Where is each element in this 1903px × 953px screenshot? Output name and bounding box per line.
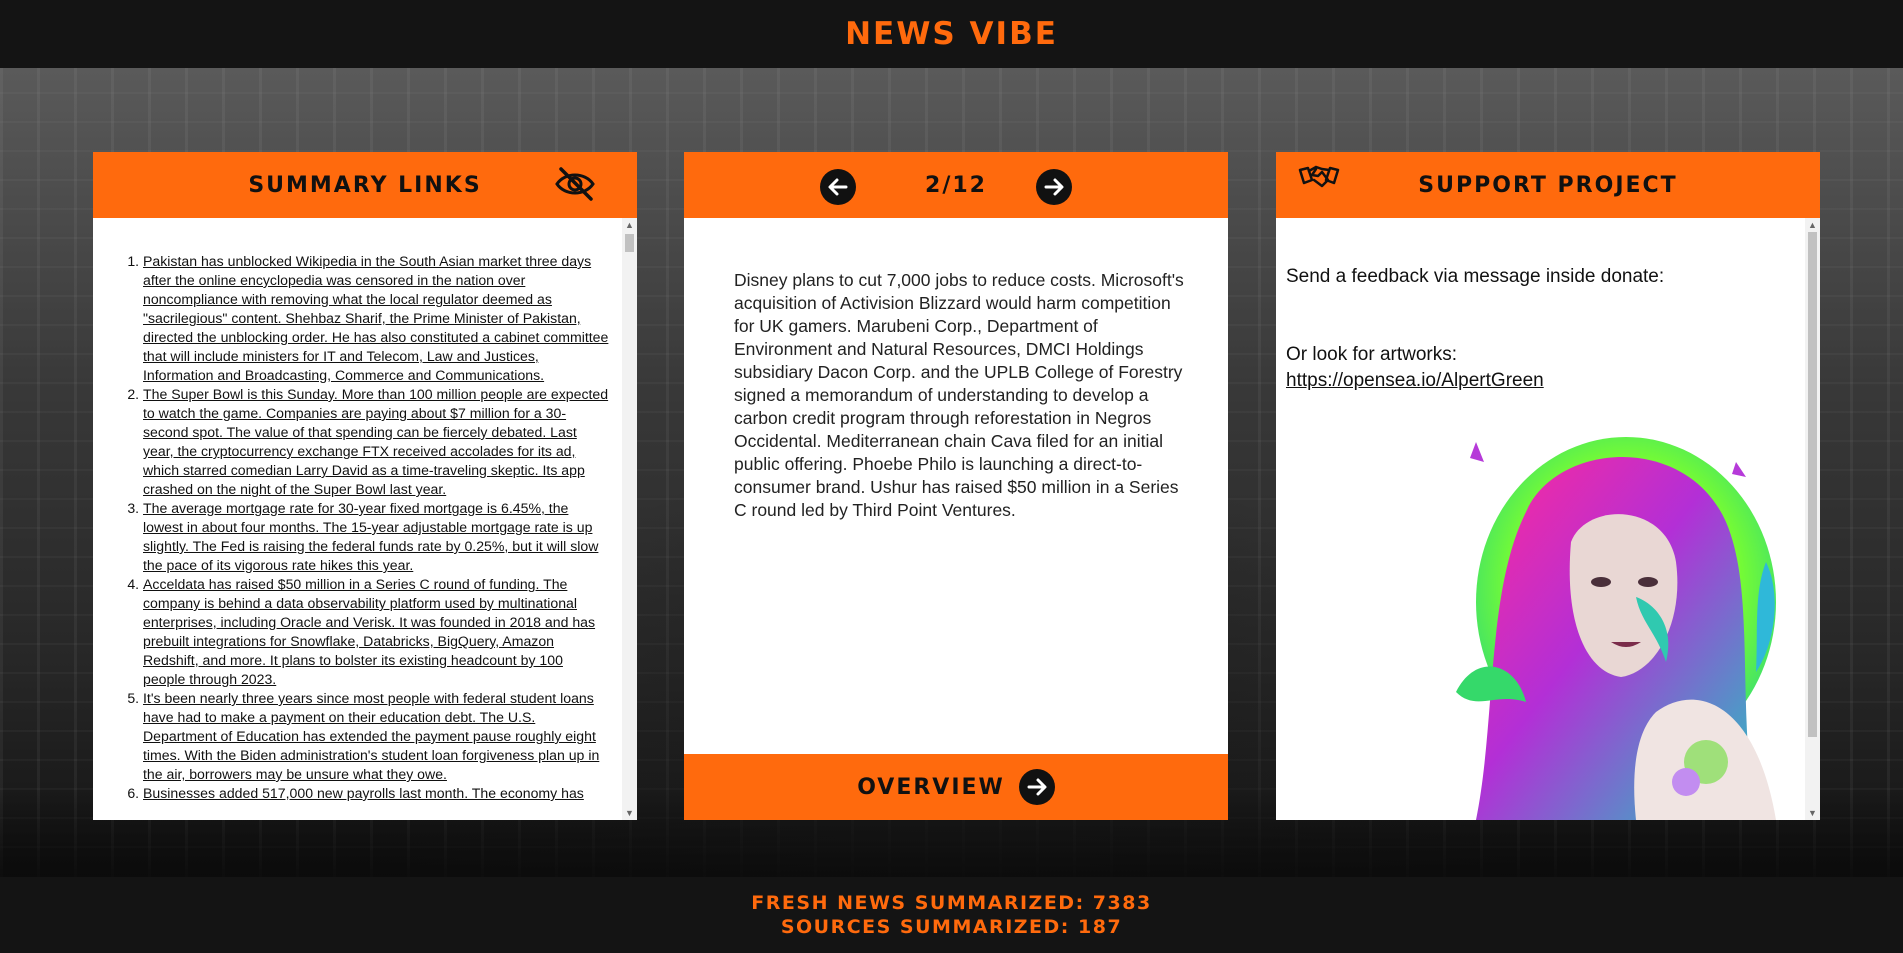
summary-links-panel: Summary Links Pakistan has unblocked Wik… <box>93 152 637 820</box>
support-panel: Support Project Send a feedback via mess… <box>1276 152 1820 820</box>
summary-links-header: Summary Links <box>93 152 637 218</box>
overview-label: Overview <box>857 774 1005 800</box>
support-title: Support Project <box>1418 172 1678 198</box>
footer-stats: Fresh news summarized: 7383 Sources summ… <box>0 877 1903 953</box>
summary-links-scroll[interactable]: Pakistan has unblocked Wikipedia in the … <box>93 218 637 820</box>
arrow-right-icon[interactable] <box>1036 169 1072 205</box>
scroll-up-icon[interactable]: ▲ <box>622 218 637 232</box>
opensea-link[interactable]: https://opensea.io/AlpertGreen <box>1286 370 1544 391</box>
summary-link[interactable]: The average mortgage rate for 30-year fi… <box>143 500 598 573</box>
story-text: Disney plans to cut 7,000 jobs to reduce… <box>734 270 1184 520</box>
artworks-line: Or look for artworks: <box>1286 344 1458 365</box>
list-item: It's been nearly three years since most … <box>143 689 609 784</box>
support-scrollbar[interactable]: ▲ ▼ <box>1805 218 1820 820</box>
story-header: 2/12 <box>684 152 1228 218</box>
story-panel: 2/12 Disney plans to cut 7,000 jobs to r… <box>684 152 1228 820</box>
artwork-image <box>1436 422 1796 820</box>
arrow-right-icon[interactable] <box>1018 769 1055 805</box>
support-text: Send a feedback via message inside donat… <box>1286 264 1664 394</box>
fresh-news-count: Fresh news summarized: 7383 <box>751 892 1152 914</box>
brand-title: News Vibe <box>845 16 1058 52</box>
support-header: Support Project <box>1276 152 1820 218</box>
list-item: Acceldata has raised $50 million in a Se… <box>143 575 609 689</box>
eye-off-icon[interactable] <box>553 164 597 204</box>
scrollbar-thumb[interactable] <box>625 234 634 252</box>
list-item: Businesses added 517,000 new payrolls la… <box>143 784 609 803</box>
summary-links-title: Summary Links <box>248 172 482 198</box>
scroll-down-icon[interactable]: ▼ <box>622 806 637 820</box>
summary-list: Pakistan has unblocked Wikipedia in the … <box>93 218 637 803</box>
sources-count: Sources summarized: 187 <box>780 916 1123 938</box>
handshake-icon <box>1298 160 1340 196</box>
list-item: Pakistan has unblocked Wikipedia in the … <box>143 252 609 385</box>
summary-link[interactable]: The Super Bowl is this Sunday. More than… <box>143 386 608 497</box>
summary-link[interactable]: It's been nearly three years since most … <box>143 690 599 782</box>
overview-button[interactable]: Overview <box>684 754 1228 820</box>
list-item: The average mortgage rate for 30-year fi… <box>143 499 609 575</box>
list-item: The Super Bowl is this Sunday. More than… <box>143 385 609 499</box>
scroll-down-icon[interactable]: ▼ <box>1805 806 1820 820</box>
arrow-left-icon[interactable] <box>820 169 856 205</box>
story-counter: 2/12 <box>925 172 987 198</box>
top-bar: News Vibe <box>0 0 1903 68</box>
summary-scrollbar[interactable]: ▲ ▼ <box>622 218 637 820</box>
scrollbar-thumb[interactable] <box>1808 232 1817 737</box>
summary-link[interactable]: Pakistan has unblocked Wikipedia in the … <box>143 253 608 383</box>
feedback-line: Send a feedback via message inside donat… <box>1286 266 1665 287</box>
summary-link[interactable]: Acceldata has raised $50 million in a Se… <box>143 576 595 687</box>
scroll-up-icon[interactable]: ▲ <box>1805 218 1820 232</box>
summary-link[interactable]: Businesses added 517,000 new payrolls la… <box>143 785 584 801</box>
